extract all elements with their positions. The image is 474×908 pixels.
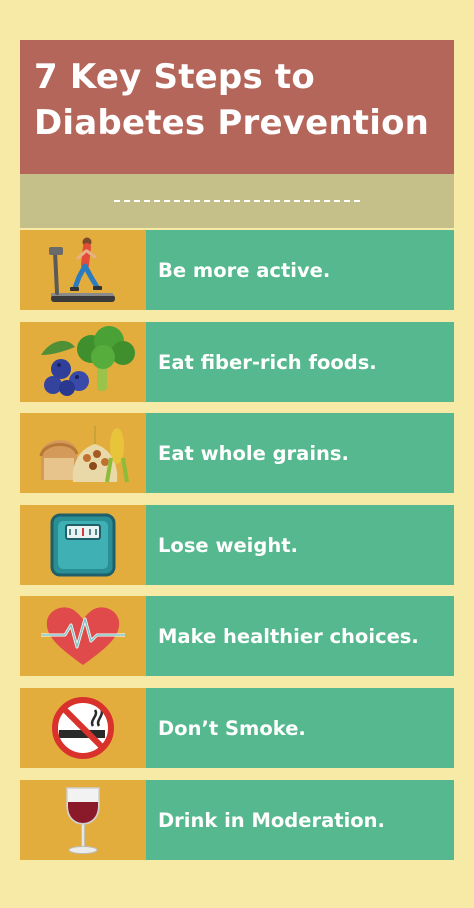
step-icon-cell [20, 322, 146, 402]
step-label: Eat whole grains. [146, 413, 454, 493]
step-fiber-rich-foods: Eat fiber-rich foods. [20, 322, 454, 402]
step-healthier-choices: Make healthier choices. [20, 596, 454, 676]
broccoli-blueberries-icon [41, 326, 135, 396]
step-label: Drink in Moderation. [146, 780, 454, 860]
step-label: Eat fiber-rich foods. [146, 322, 454, 402]
step-label: Don’t Smoke. [146, 688, 454, 768]
title-line-1: 7 Key Steps to [34, 57, 315, 97]
treadmill-icon [49, 237, 115, 302]
step-icon-cell [20, 688, 146, 768]
dashed-divider [114, 200, 360, 202]
heart-pulse-icon [41, 607, 125, 665]
step-whole-grains: Eat whole grains. [20, 413, 454, 493]
step-label: Lose weight. [146, 505, 454, 585]
infographic-card: 7 Key Steps to Diabetes Prevention Be mo… [20, 40, 454, 888]
title-line-2: Diabetes Prevention [34, 103, 430, 143]
step-icon-cell [20, 505, 146, 585]
step-icon-cell [20, 230, 146, 310]
step-label: Make healthier choices. [146, 596, 454, 676]
step-icon-cell [20, 413, 146, 493]
step-icon-cell [20, 596, 146, 676]
step-lose-weight: Lose weight. [20, 505, 454, 585]
step-be-more-active: Be more active. [20, 230, 454, 310]
title-banner: 7 Key Steps to Diabetes Prevention [20, 40, 454, 174]
step-label: Be more active. [146, 230, 454, 310]
scale-icon [50, 513, 116, 577]
wine-glass-icon [66, 787, 100, 854]
step-drink-moderation: Drink in Moderation. [20, 780, 454, 860]
step-dont-smoke: Don’t Smoke. [20, 688, 454, 768]
divider-band [20, 174, 454, 228]
step-icon-cell [20, 780, 146, 860]
no-smoking-icon [52, 697, 114, 759]
bread-grains-icon [39, 426, 129, 483]
